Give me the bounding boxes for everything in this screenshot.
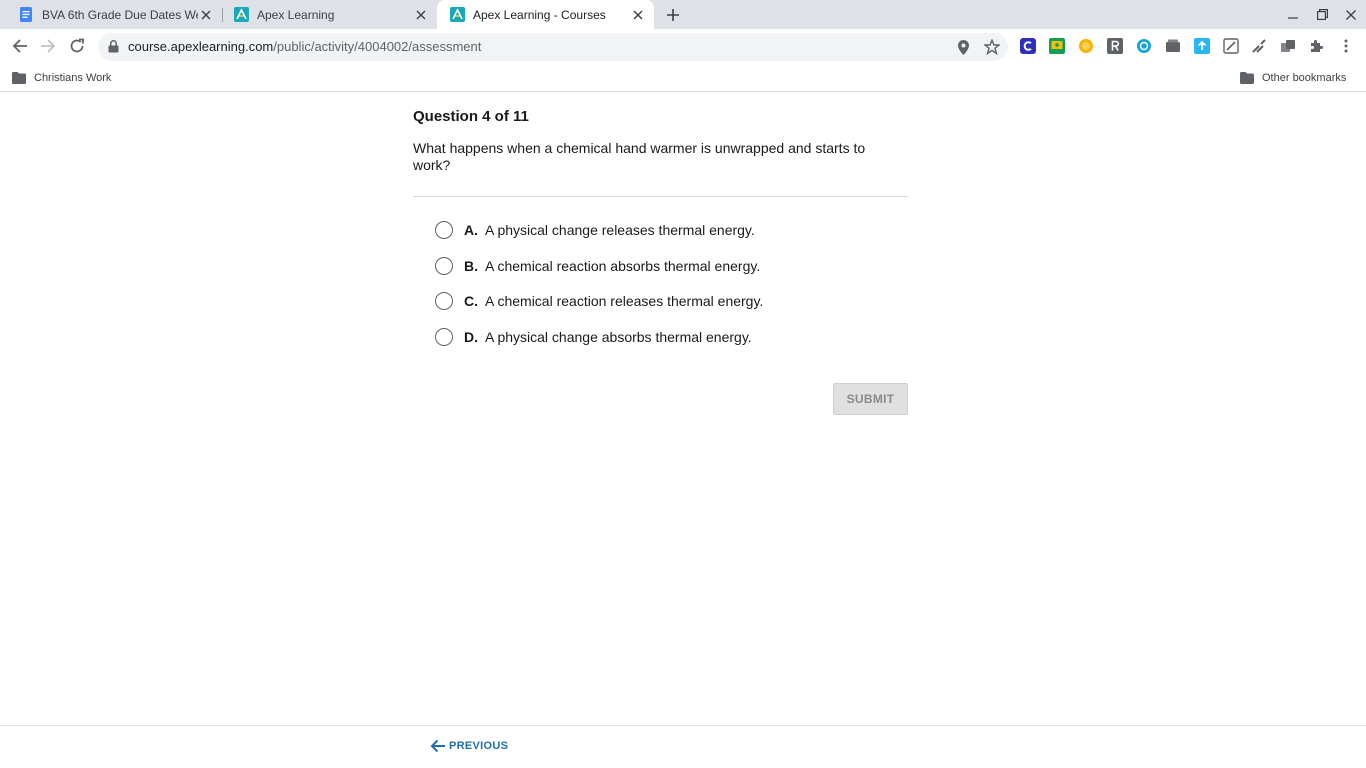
folder-icon	[1240, 72, 1254, 84]
google-classroom-icon[interactable]	[1049, 38, 1065, 54]
browser-toolbar: course.apexlearning.com/public/activity/…	[0, 29, 1366, 64]
question-text: What happens when a chemical hand warmer…	[413, 140, 866, 173]
bookmark-label: Christians Work	[34, 72, 112, 84]
bookmark-label: Other bookmarks	[1262, 72, 1347, 84]
new-tab-button[interactable]	[662, 4, 684, 26]
tab-apex-learning[interactable]: Apex Learning	[215, 0, 437, 29]
address-bar[interactable]: course.apexlearning.com/public/activity/…	[98, 33, 1008, 61]
option-letter: D.	[464, 329, 478, 345]
radio-button[interactable]	[435, 221, 453, 239]
close-window-button[interactable]	[1337, 0, 1365, 29]
arrow-left-icon	[430, 739, 445, 753]
close-icon[interactable]	[413, 7, 429, 23]
answer-option-a[interactable]: A. A physical change releases thermal en…	[435, 219, 755, 241]
tab-title: Apex Learning	[257, 7, 335, 22]
tab-title: BVA 6th Grade Due Dates Week	[42, 7, 198, 22]
restore-button[interactable]	[1308, 0, 1336, 29]
bookmark-folder-christians-work[interactable]: Christians Work	[12, 70, 111, 86]
submit-button[interactable]: SUBMIT	[833, 383, 908, 415]
radio-button[interactable]	[435, 257, 453, 275]
docs-icon	[18, 7, 34, 23]
annotate-extension-icon[interactable]	[1223, 38, 1239, 54]
extension-r-icon[interactable]	[1107, 38, 1123, 54]
screen-capture-icon[interactable]	[1165, 38, 1181, 54]
lock-icon[interactable]	[108, 40, 122, 54]
tab-strip: BVA 6th Grade Due Dates Week Apex Learni…	[0, 0, 1366, 29]
radio-button[interactable]	[435, 292, 453, 310]
location-pin-icon[interactable]	[954, 38, 972, 56]
option-text: A chemical reaction absorbs thermal ener…	[485, 258, 761, 274]
question-header: Question 4 of 11	[413, 108, 529, 125]
reload-button[interactable]	[65, 34, 89, 58]
layers-extension-icon[interactable]	[1280, 38, 1296, 54]
answer-option-b[interactable]: B. A chemical reaction absorbs thermal e…	[435, 255, 760, 277]
answer-option-c[interactable]: C. A chemical reaction releases thermal …	[435, 290, 763, 312]
previous-button[interactable]: PREVIOUS	[430, 739, 508, 753]
forward-button[interactable]	[36, 34, 60, 58]
page-content: Question 4 of 11 What happens when a che…	[0, 93, 1366, 725]
radio-button[interactable]	[435, 328, 453, 346]
option-letter: C.	[464, 293, 478, 309]
option-letter: A.	[464, 222, 478, 238]
tab-apex-courses[interactable]: Apex Learning - Courses	[437, 0, 654, 29]
minimize-button[interactable]	[1279, 0, 1307, 29]
folder-icon	[12, 72, 26, 84]
page-footer: PREVIOUS	[0, 725, 1366, 768]
url-host: course.apexlearning.com	[128, 39, 274, 54]
upload-extension-icon[interactable]	[1194, 38, 1210, 54]
question-divider	[413, 196, 908, 197]
option-letter: B.	[464, 258, 478, 274]
coin-extension-icon[interactable]	[1078, 38, 1094, 54]
bookmark-folder-other[interactable]: Other bookmarks	[1240, 70, 1346, 86]
back-button[interactable]	[8, 34, 32, 58]
url-text[interactable]: course.apexlearning.com/public/activity/…	[128, 39, 481, 54]
previous-label: PREVIOUS	[449, 740, 509, 752]
option-text: A chemical reaction releases thermal ene…	[485, 293, 764, 309]
url-path: /public/activity/4004002/assessment	[273, 39, 482, 54]
bookmarks-bar: Christians Work Other bookmarks	[0, 64, 1366, 92]
bookmark-star-icon[interactable]	[983, 38, 1001, 56]
extensions-puzzle-icon[interactable]	[1308, 38, 1324, 54]
apex-icon	[449, 7, 465, 23]
option-text: A physical change releases thermal energ…	[485, 222, 755, 238]
more-menu-icon[interactable]	[1338, 38, 1354, 54]
answer-option-d[interactable]: D. A physical change absorbs thermal ene…	[435, 326, 752, 348]
globe-extension-icon[interactable]	[1136, 38, 1152, 54]
option-text: A physical change absorbs thermal energy…	[485, 329, 752, 345]
extension-c-icon[interactable]	[1020, 38, 1036, 54]
close-icon[interactable]	[630, 7, 646, 23]
tab-title: Apex Learning - Courses	[473, 7, 606, 22]
tab-docs[interactable]: BVA 6th Grade Due Dates Week	[0, 0, 222, 29]
close-icon[interactable]	[198, 7, 214, 23]
apex-icon	[233, 7, 249, 23]
tools-extension-icon[interactable]	[1251, 38, 1267, 54]
